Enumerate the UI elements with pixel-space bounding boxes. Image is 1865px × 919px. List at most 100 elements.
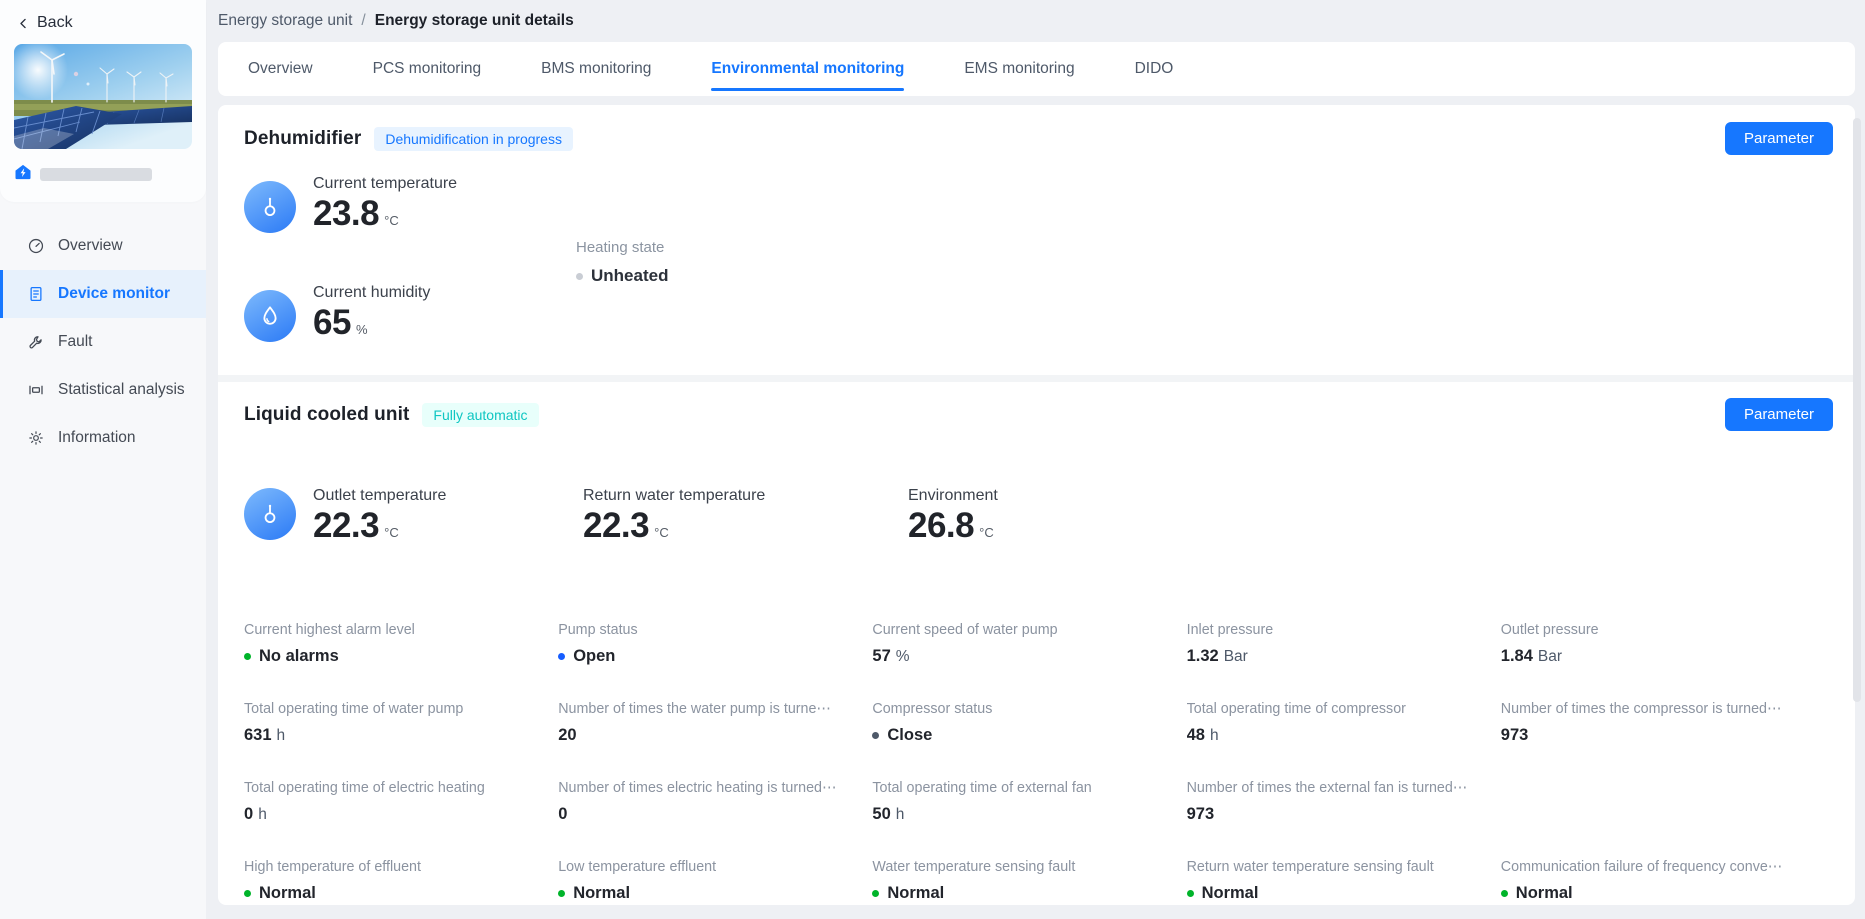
gear-icon bbox=[27, 429, 45, 447]
stat-label: High temperature of effluent bbox=[244, 859, 544, 875]
stat-unit: h bbox=[1210, 727, 1219, 745]
outlet-temperature-metric: Outlet temperature 22.3°C bbox=[244, 482, 583, 545]
stat-value: 0 bbox=[558, 805, 858, 824]
stat-value: Normal bbox=[872, 884, 1172, 903]
main-area: Energy storage unit / Energy storage uni… bbox=[206, 0, 1865, 919]
stat-value: 1.84Bar bbox=[1501, 647, 1801, 666]
sidebar-menu: Overview Device monitor FaultStatistical a… bbox=[0, 222, 206, 462]
metric-value: 22.3°C bbox=[583, 508, 765, 545]
stat-value: 48h bbox=[1187, 726, 1487, 745]
tab-ems-monitoring[interactable]: EMS monitoring bbox=[964, 42, 1074, 96]
dehumidifier-header: Dehumidifier Dehumidification in progres… bbox=[244, 122, 1833, 155]
stat-cell: Number of times electric heating is turn… bbox=[558, 780, 872, 824]
sidebar-item-fault[interactable]: Fault bbox=[0, 318, 206, 366]
stat-cell: High temperature of effluentNormal bbox=[244, 859, 558, 903]
stat-cell: Low temperature effluentNormal bbox=[558, 859, 872, 903]
liquid-cooled-mode-badge: Fully automatic bbox=[422, 403, 538, 427]
sidebar-item-overview[interactable]: Overview bbox=[0, 222, 206, 270]
stat-cell: Current highest alarm levelNo alarms bbox=[244, 622, 558, 666]
status-dot bbox=[872, 732, 879, 739]
tab-dido[interactable]: DIDO bbox=[1135, 42, 1174, 96]
sidebar-item-device-monitor[interactable]: Device monitor bbox=[0, 270, 206, 318]
section-divider bbox=[218, 375, 1855, 382]
stat-value: 973 bbox=[1501, 726, 1801, 745]
station-name-redacted bbox=[40, 168, 152, 181]
app-root: Back bbox=[0, 0, 1865, 919]
thermometer-icon bbox=[244, 488, 296, 540]
breadcrumb-parent[interactable]: Energy storage unit bbox=[218, 12, 352, 30]
stat-cell: Outlet pressure1.84Bar bbox=[1501, 622, 1815, 666]
metric-value: 65% bbox=[313, 305, 430, 342]
metric-label: Environment bbox=[908, 487, 998, 505]
current-temperature-metric: Current temperature 23.8°C bbox=[244, 175, 457, 233]
wrench-icon bbox=[27, 333, 45, 351]
stat-value: Normal bbox=[558, 884, 858, 903]
stat-unit: h bbox=[896, 806, 905, 824]
metric-label: Current humidity bbox=[313, 284, 430, 302]
stat-cell: Number of times the water pump is turne⋯… bbox=[558, 701, 872, 745]
stat-label: Return water temperature sensing fault bbox=[1187, 859, 1487, 875]
stat-label: Current highest alarm level bbox=[244, 622, 544, 638]
dashboard-icon bbox=[27, 237, 45, 255]
liquid-cooled-parameter-button[interactable]: Parameter bbox=[1725, 398, 1833, 431]
stat-cell: Pump statusOpen bbox=[558, 622, 872, 666]
status-dot bbox=[1187, 890, 1194, 897]
stat-unit: h bbox=[277, 727, 286, 745]
liquid-cooled-header: Liquid cooled unit Fully automatic Param… bbox=[244, 398, 1833, 431]
tab-bms-monitoring[interactable]: BMS monitoring bbox=[541, 42, 651, 96]
stat-label: Pump status bbox=[558, 622, 858, 638]
dehumidifier-title: Dehumidifier bbox=[244, 128, 361, 150]
stat-unit: Bar bbox=[1224, 648, 1248, 666]
stat-unit: Bar bbox=[1538, 648, 1562, 666]
chevron-left-icon bbox=[16, 16, 31, 31]
breadcrumb-current: Energy storage unit details bbox=[375, 12, 574, 30]
metric-label: Return water temperature bbox=[583, 487, 765, 505]
stat-cell: Total operating time of compressor 48h bbox=[1187, 701, 1501, 745]
stat-value: 20 bbox=[558, 726, 858, 745]
stat-unit: % bbox=[896, 648, 910, 666]
stat-label: Number of times electric heating is turn… bbox=[558, 780, 858, 796]
status-dot bbox=[244, 890, 251, 897]
thermometer-icon bbox=[244, 181, 296, 233]
stat-label: Current speed of water pump bbox=[872, 622, 1172, 638]
heating-state: Heating state Unheated bbox=[576, 239, 668, 286]
device-monitor-icon bbox=[27, 285, 45, 303]
status-dot bbox=[244, 653, 251, 660]
metric-label: Current temperature bbox=[313, 175, 457, 193]
scrollbar-thumb[interactable] bbox=[1853, 118, 1861, 702]
stat-value: 57% bbox=[872, 647, 1172, 666]
return-water-temperature-metric: Return water temperature 22.3°C bbox=[583, 482, 908, 545]
metric-unit: °C bbox=[384, 213, 399, 228]
stat-value: 50h bbox=[872, 805, 1172, 824]
sidebar-item-label: Overview bbox=[58, 237, 123, 255]
status-dot bbox=[872, 890, 879, 897]
stat-unit: h bbox=[258, 806, 267, 824]
stat-cell: Total operating time of water pump631h bbox=[244, 701, 558, 745]
stat-cell: Return water temperature sensing faultNo… bbox=[1187, 859, 1501, 903]
sidebar-item-label: Device monitor bbox=[58, 285, 170, 303]
back-button[interactable]: Back bbox=[16, 14, 192, 32]
stat-cell: Current speed of water pump 57% bbox=[872, 622, 1186, 666]
dehumidifier-status-badge: Dehumidification in progress bbox=[374, 127, 573, 151]
stat-label: Total operating time of electric heating bbox=[244, 780, 544, 796]
back-label: Back bbox=[37, 14, 73, 32]
tab-overview[interactable]: Overview bbox=[248, 42, 313, 96]
metric-value: 26.8°C bbox=[908, 508, 998, 545]
dehumidifier-parameter-button[interactable]: Parameter bbox=[1725, 122, 1833, 155]
breadcrumb-separator: / bbox=[361, 12, 365, 30]
stat-label: Inlet pressure bbox=[1187, 622, 1487, 638]
tab-environmental-monitoring[interactable]: Environmental monitoring bbox=[711, 42, 904, 96]
status-dot bbox=[1501, 890, 1508, 897]
metric-value: 22.3°C bbox=[313, 508, 446, 545]
station-photo bbox=[14, 44, 192, 149]
stat-label: Total operating time of external fan bbox=[872, 780, 1172, 796]
stat-label: Communication failure of frequency conve… bbox=[1501, 859, 1801, 875]
stat-label: Compressor status bbox=[872, 701, 1172, 717]
stat-value: 973 bbox=[1187, 805, 1487, 824]
bar-chart-icon bbox=[27, 381, 45, 399]
stat-label: Total operating time of compressor bbox=[1187, 701, 1487, 717]
stat-cell: Compressor statusClose bbox=[872, 701, 1186, 745]
sidebar-item-statistical-analysis[interactable]: Statistical analysis bbox=[0, 366, 206, 414]
tab-pcs-monitoring[interactable]: PCS monitoring bbox=[373, 42, 482, 96]
sidebar-item-information[interactable]: Information bbox=[0, 414, 206, 462]
